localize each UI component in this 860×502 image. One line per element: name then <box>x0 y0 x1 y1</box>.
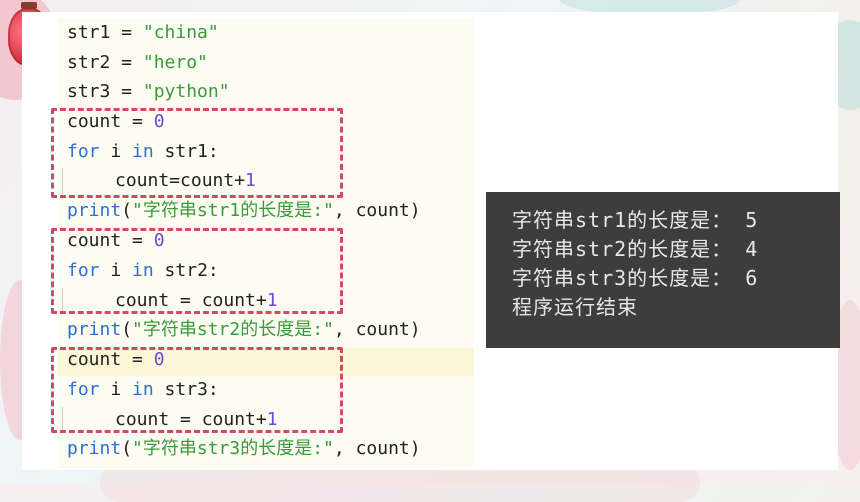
loop-highlight-box <box>51 228 343 314</box>
code-line: str2 = "hero" <box>67 52 208 73</box>
console-output: 字符串str1的长度是： 5 字符串str2的长度是： 4 字符串str3的长度… <box>486 192 840 348</box>
code-line: str1 = "china" <box>67 22 219 43</box>
console-line: 程序运行结束 <box>512 295 638 319</box>
code-line: print("字符串str1的长度是:", count) <box>67 200 421 221</box>
loop-highlight-box <box>51 347 343 433</box>
code-line: print("字符串str3的长度是:", count) <box>67 438 421 459</box>
console-line: 字符串str3的长度是： 6 <box>512 266 759 290</box>
code-line: print("字符串str2的长度是:", count) <box>67 319 421 340</box>
code-line: str3 = "python" <box>67 81 230 102</box>
loop-highlight-box <box>51 108 343 198</box>
console-line: 字符串str1的长度是： 5 <box>512 208 759 232</box>
console-line: 字符串str2的长度是： 4 <box>512 237 759 261</box>
